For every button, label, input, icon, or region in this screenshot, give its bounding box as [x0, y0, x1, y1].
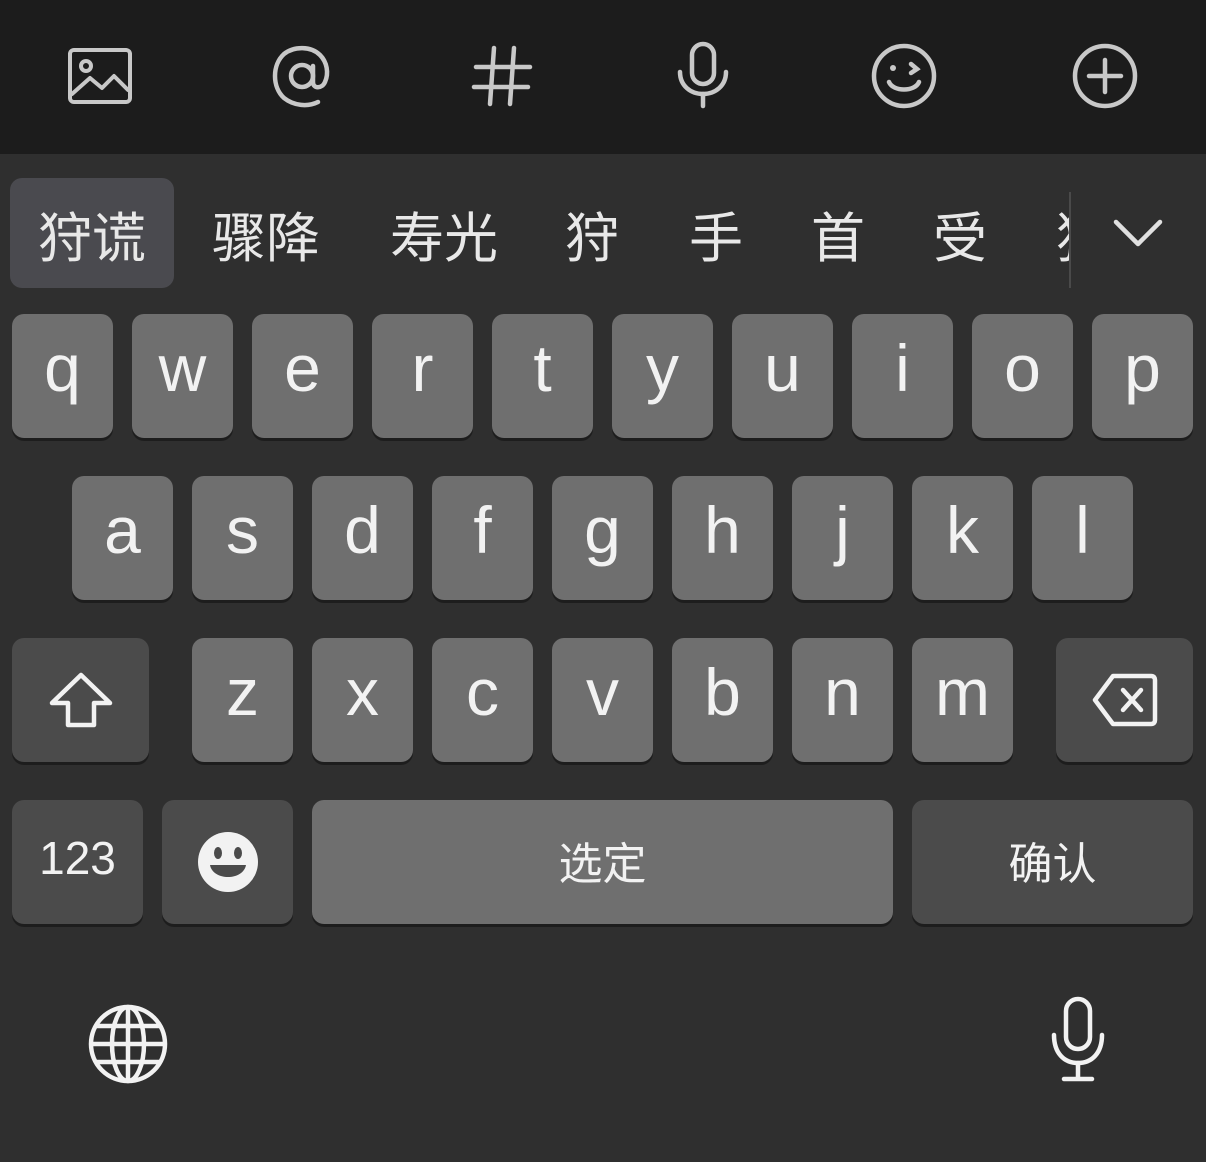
key-label: p — [1124, 331, 1161, 405]
return-key[interactable]: 确认 — [912, 800, 1193, 924]
shift-key[interactable] — [12, 638, 149, 762]
key-x[interactable]: x — [312, 638, 413, 762]
key-label: q — [44, 331, 81, 405]
backspace-icon — [1092, 673, 1157, 727]
candidate-item[interactable]: 手 — [676, 178, 756, 288]
key-label: s — [226, 493, 259, 567]
key-label: b — [704, 655, 741, 729]
candidate-item-selected[interactable]: 狩谎 — [10, 178, 174, 288]
key-g[interactable]: g — [552, 476, 653, 600]
key-label: f — [473, 493, 492, 567]
key-k[interactable]: k — [912, 476, 1013, 600]
key-label: l — [1075, 493, 1090, 567]
candidate-item-partial-wrap: 狩 — [1040, 178, 1070, 288]
key-label: n — [824, 655, 861, 729]
key-w[interactable]: w — [132, 314, 233, 438]
emoji-icon[interactable] — [868, 40, 940, 112]
input-toolbar — [0, 0, 1206, 154]
key-p[interactable]: p — [1092, 314, 1193, 438]
key-label: y — [646, 331, 679, 405]
key-label: a — [104, 493, 141, 567]
key-r[interactable]: r — [372, 314, 473, 438]
candidate-item[interactable]: 狩 — [552, 178, 632, 288]
key-label: 确认 — [1008, 839, 1097, 890]
key-label: 选定 — [558, 839, 647, 890]
key-m[interactable]: m — [912, 638, 1013, 762]
backspace-key[interactable] — [1056, 638, 1193, 762]
key-label: j — [835, 493, 850, 567]
key-label: e — [284, 331, 321, 405]
key-label: c — [466, 655, 499, 729]
chevron-down-icon[interactable] — [1100, 198, 1176, 268]
key-z[interactable]: z — [192, 638, 293, 762]
key-label: v — [586, 655, 619, 729]
key-d[interactable]: d — [312, 476, 413, 600]
key-label: o — [1004, 331, 1041, 405]
dictation-microphone-icon[interactable] — [1046, 994, 1110, 1084]
key-label: i — [895, 331, 910, 405]
key-v[interactable]: v — [552, 638, 653, 762]
key-label: h — [704, 493, 741, 567]
candidate-item-partial[interactable]: 狩 — [1056, 178, 1070, 288]
key-label: z — [226, 655, 259, 729]
key-label: g — [584, 493, 621, 567]
key-t[interactable]: t — [492, 314, 593, 438]
key-l[interactable]: l — [1032, 476, 1133, 600]
candidate-divider — [1069, 192, 1071, 288]
key-j[interactable]: j — [792, 476, 893, 600]
image-icon[interactable] — [64, 40, 136, 112]
candidate-item[interactable]: 寿光 — [374, 178, 514, 288]
key-label: x — [346, 655, 379, 729]
key-i[interactable]: i — [852, 314, 953, 438]
key-c[interactable]: c — [432, 638, 533, 762]
key-label: t — [533, 331, 552, 405]
candidate-item[interactable]: 受 — [920, 178, 1000, 288]
key-label: 123 — [39, 832, 116, 884]
key-h[interactable]: h — [672, 476, 773, 600]
key-label: k — [946, 493, 979, 567]
shift-icon — [49, 672, 112, 728]
candidate-item[interactable]: 骤降 — [196, 178, 336, 288]
key-label: w — [158, 331, 207, 405]
key-b[interactable]: b — [672, 638, 773, 762]
key-f[interactable]: f — [432, 476, 533, 600]
key-label: r — [411, 331, 434, 405]
candidate-bar: 狩谎 骤降 寿光 狩 手 首 受 狩 — [0, 154, 1206, 304]
candidate-item[interactable]: 首 — [798, 178, 878, 288]
key-y[interactable]: y — [612, 314, 713, 438]
numbers-key[interactable]: 123 — [12, 800, 143, 924]
key-a[interactable]: a — [72, 476, 173, 600]
globe-icon[interactable] — [86, 1002, 170, 1086]
key-label: m — [935, 655, 990, 729]
emoji-key-icon — [197, 832, 258, 892]
add-icon[interactable] — [1069, 40, 1141, 112]
key-o[interactable]: o — [972, 314, 1073, 438]
key-n[interactable]: n — [792, 638, 893, 762]
key-e[interactable]: e — [252, 314, 353, 438]
keyboard: 狩谎 骤降 寿光 狩 手 首 受 狩 q w e r t y u i o p a… — [0, 154, 1206, 1162]
key-label: u — [764, 331, 801, 405]
key-label: d — [344, 493, 381, 567]
microphone-icon[interactable] — [667, 40, 739, 112]
space-key[interactable]: 选定 — [312, 800, 893, 924]
key-q[interactable]: q — [12, 314, 113, 438]
at-icon[interactable] — [266, 40, 338, 112]
key-u[interactable]: u — [732, 314, 833, 438]
hashtag-icon[interactable] — [466, 40, 538, 112]
key-s[interactable]: s — [192, 476, 293, 600]
emoji-key[interactable] — [162, 800, 293, 924]
